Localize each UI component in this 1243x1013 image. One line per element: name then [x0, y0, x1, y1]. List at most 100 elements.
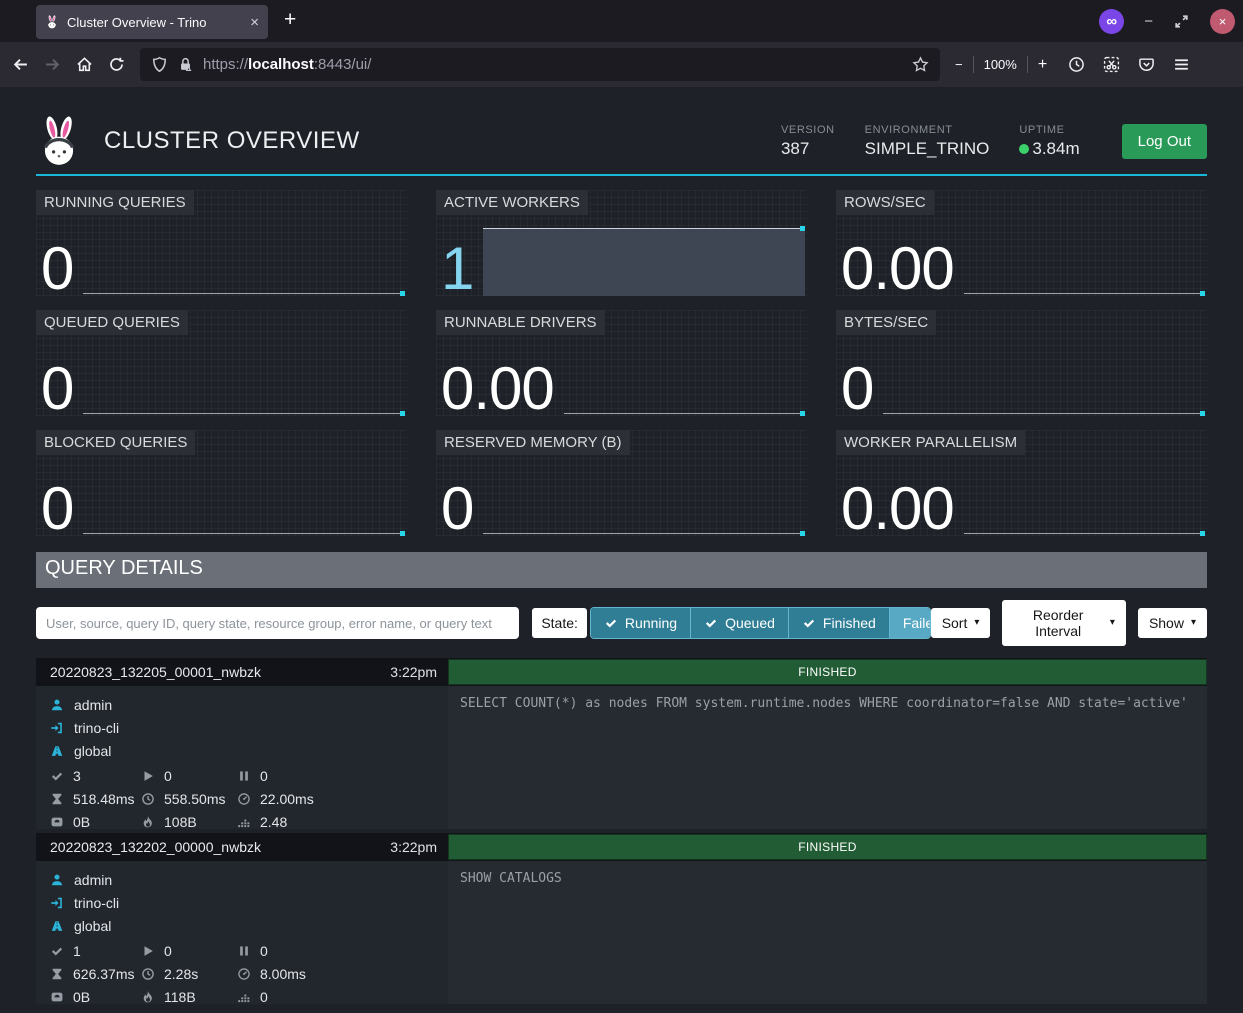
check-icon: [704, 616, 718, 630]
cpu-time-gauge-icon: [237, 967, 251, 981]
running-splits: 0: [164, 768, 172, 784]
url-bar[interactable]: https://localhost:8443/ui/: [140, 48, 940, 81]
cumulative-memory-fire-icon: [141, 815, 155, 829]
state-button-label: Queued: [725, 615, 775, 631]
reload-button[interactable]: [108, 56, 125, 73]
bookmark-star-icon[interactable]: [912, 56, 929, 73]
uptime-label: UPTIME: [1019, 124, 1079, 136]
window-restore-button[interactable]: [1173, 13, 1190, 30]
completed-splits: 3: [73, 768, 81, 784]
state-failed-dropdown[interactable]: Failed ▾: [890, 608, 931, 638]
panel-label: BLOCKED QUERIES: [36, 430, 195, 455]
environment-block: ENVIRONMENT SIMPLE_TRINO: [865, 124, 990, 159]
reorder-interval-label: Reorder Interval: [1013, 607, 1103, 639]
sparkline: [964, 455, 1207, 536]
menu-hamburger-icon[interactable]: [1173, 56, 1190, 73]
current-memory-scale-icon: [50, 990, 64, 1004]
tracking-shield-icon[interactable]: [151, 56, 168, 73]
separator: [1027, 56, 1028, 73]
state-button-label: Running: [625, 615, 677, 631]
source-signin-icon: [50, 896, 64, 910]
query-text[interactable]: SHOW CATALOGS: [448, 861, 1207, 1004]
state-button-label: Finished: [823, 615, 876, 631]
trino-logo: [36, 115, 82, 167]
panel-queued-queries: QUEUED QUERIES 0: [36, 310, 407, 416]
query-toolbar: State: Running Queued Finished Failed ▾: [36, 600, 1207, 646]
history-clock-icon[interactable]: [1068, 56, 1085, 73]
window-minimize-button[interactable]: −: [1144, 13, 1153, 30]
uptime-status-dot: [1019, 144, 1029, 154]
panel-rows-sec: ROWS/SEC 0.00: [836, 190, 1207, 296]
query-text[interactable]: SELECT COUNT(*) as nodes FROM system.run…: [448, 686, 1207, 829]
tab-close-icon[interactable]: ×: [250, 14, 259, 31]
zoom-in-button[interactable]: +: [1038, 56, 1047, 74]
user-icon: [50, 698, 64, 712]
sparkline: [83, 455, 407, 536]
forward-button[interactable]: [44, 56, 61, 73]
check-icon: [802, 616, 816, 630]
reorder-interval-dropdown[interactable]: Reorder Interval ▾: [1002, 600, 1126, 646]
new-tab-button[interactable]: +: [284, 8, 296, 32]
state-queued-button[interactable]: Queued: [691, 608, 789, 638]
sparkline: [564, 335, 807, 416]
panel-label: ROWS/SEC: [836, 190, 934, 215]
browser-navbar: https://localhost:8443/ui/ − 100% +: [0, 42, 1243, 87]
panel-value: 0: [36, 483, 73, 536]
panel-value: 0: [836, 363, 873, 416]
query-status-badge: FINISHED: [448, 659, 1207, 685]
window-close-button[interactable]: ×: [1210, 9, 1235, 34]
panel-value: 0.00: [836, 243, 954, 296]
pocket-icon[interactable]: [1138, 56, 1155, 73]
url-path: :8443/ui/: [314, 56, 372, 73]
query-id-link[interactable]: 20220823_132205_00001_nwbzk: [50, 664, 261, 680]
user-icon: [50, 873, 64, 887]
private-browsing-icon: ∞: [1099, 9, 1124, 34]
panel-value: 0: [36, 363, 73, 416]
show-label: Show: [1149, 615, 1184, 631]
show-dropdown[interactable]: Show ▾: [1138, 608, 1207, 638]
version-value: 387: [781, 139, 835, 159]
state-finished-button[interactable]: Finished: [789, 608, 890, 638]
connection-lock-icon[interactable]: [177, 56, 194, 73]
query-resource-group: global: [74, 743, 111, 759]
panel-blocked-queries: BLOCKED QUERIES 0: [36, 430, 407, 536]
chevron-down-icon: ▾: [974, 618, 979, 628]
sort-dropdown[interactable]: Sort ▾: [931, 608, 991, 638]
query-row: 20220823_132202_00000_nwbzk 3:22pm FINIS…: [36, 833, 1207, 1004]
panel-label: ACTIVE WORKERS: [436, 190, 588, 215]
browser-tab[interactable]: Cluster Overview - Trino ×: [36, 5, 268, 39]
wall-time-hourglass-icon: [50, 792, 64, 806]
home-button[interactable]: [76, 56, 93, 73]
url-scheme: https://: [203, 56, 248, 73]
tab-title: Cluster Overview - Trino: [67, 15, 242, 30]
elapsed-time: 558.50ms: [164, 791, 225, 807]
panel-worker-parallelism: WORKER PARALLELISM 0.00: [836, 430, 1207, 536]
chevron-down-icon: ▾: [1191, 618, 1196, 628]
panel-runnable-drivers: RUNNABLE DRIVERS 0.00: [436, 310, 807, 416]
back-button[interactable]: [12, 56, 29, 73]
query-details-title: QUERY DETAILS: [36, 552, 1207, 588]
panel-value: 0: [436, 483, 473, 536]
panel-running-queries: RUNNING QUERIES 0: [36, 190, 407, 296]
elapsed-time-clock-icon: [141, 792, 155, 806]
panel-label: RUNNABLE DRIVERS: [436, 310, 605, 335]
zoom-out-button[interactable]: −: [955, 57, 963, 72]
query-search-input[interactable]: [36, 607, 519, 639]
logout-button[interactable]: Log Out: [1122, 124, 1207, 159]
current-memory: 0B: [73, 814, 90, 830]
cumulative-memory: 108B: [164, 814, 197, 830]
screenshot-scissors-icon[interactable]: [1103, 56, 1120, 73]
state-running-button[interactable]: Running: [591, 608, 691, 638]
cpu-time: 22.00ms: [260, 791, 314, 807]
zoom-level[interactable]: 100%: [984, 57, 1017, 72]
sparkline: [483, 455, 807, 536]
check-icon: [604, 616, 618, 630]
stat-panels: RUNNING QUERIES 0 ACTIVE WORKERS 1 ROWS/…: [36, 190, 1207, 536]
panel-label: RUNNING QUERIES: [36, 190, 194, 215]
query-id-link[interactable]: 20220823_132202_00000_nwbzk: [50, 839, 261, 855]
parallelism: 0: [260, 989, 268, 1005]
completed-splits-check-icon: [50, 769, 64, 783]
version-block: VERSION 387: [781, 124, 835, 159]
panel-active-workers: ACTIVE WORKERS 1: [436, 190, 807, 296]
query-time: 3:22pm: [390, 839, 437, 855]
